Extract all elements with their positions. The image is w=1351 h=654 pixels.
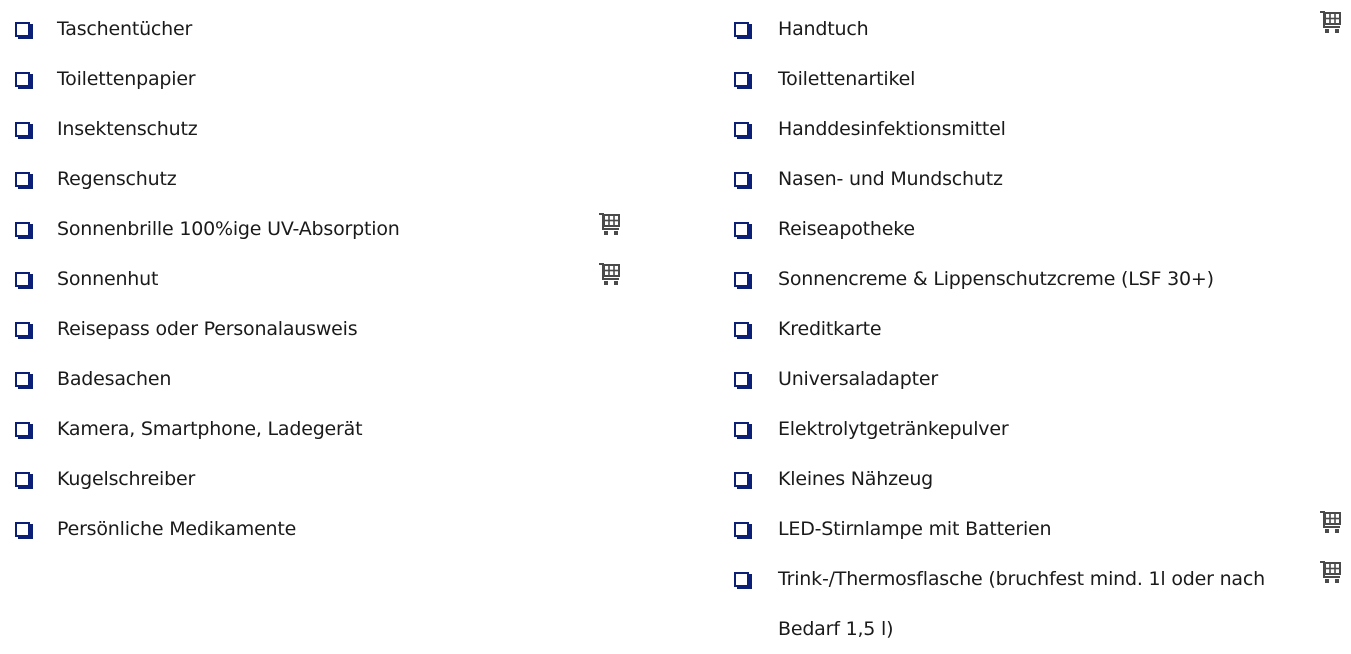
checklist-item-label: LED-Stirnlampe mit Batterien: [778, 518, 1052, 540]
checklist-item-label: Elektrolytgetränkepulver: [778, 418, 1009, 440]
checklist-item: Taschentücher: [0, 0, 640, 50]
checkbox-icon[interactable]: [734, 222, 749, 237]
checklist-item-label: Badesachen: [57, 368, 172, 390]
checklist-item-label: Universaladapter: [778, 368, 938, 390]
checkbox-icon[interactable]: [734, 72, 749, 87]
checklist-item-label: Kreditkarte: [778, 318, 882, 340]
checklist-item: Nasen- und Mundschutz: [718, 150, 1338, 200]
checklist-item: Sonnenhut: [0, 250, 640, 300]
checklist-item-label: Handdesinfektionsmittel: [778, 118, 1006, 140]
checklist-item-label: Nasen- und Mundschutz: [778, 168, 1003, 190]
checklist-item-label: Kamera, Smartphone, Ladegerät: [57, 418, 363, 440]
checklist-item: Reiseapotheke: [718, 200, 1338, 250]
checklist-item: LED-Stirnlampe mit Batterien: [718, 500, 1341, 550]
checklist-item: Sonnenbrille 100%ige UV-Absorption: [0, 200, 640, 250]
checklist-item-label: Reisepass oder Personalausweis: [57, 318, 358, 340]
checklist-item: Handdesinfektionsmittel: [718, 100, 1338, 150]
checkbox-icon[interactable]: [15, 322, 30, 337]
checklist-item: Handtuch: [718, 0, 1341, 50]
checkbox-icon[interactable]: [734, 122, 749, 137]
checklist-item-label: Toilettenpapier: [57, 68, 196, 90]
checkbox-icon[interactable]: [15, 372, 30, 387]
checklist-item: Universaladapter: [718, 350, 1338, 400]
checklist-item-label: Insektenschutz: [57, 118, 198, 140]
shopping-cart-icon[interactable]: [1318, 509, 1344, 535]
checkbox-icon[interactable]: [15, 472, 30, 487]
checkbox-icon[interactable]: [15, 222, 30, 237]
checklist-item: Sonnencreme & Lippenschutzcreme (LSF 30+…: [718, 250, 1338, 300]
checklist-item: Kugelschreiber: [0, 450, 640, 500]
checkbox-icon[interactable]: [734, 372, 749, 387]
checklist-item: Toilettenpapier: [0, 50, 640, 100]
checklist-item: Trink-/Thermosflasche (bruchfest mind. 1…: [718, 550, 1341, 650]
shopping-cart-icon[interactable]: [597, 211, 623, 237]
checklist-item: Persönliche Medikamente: [0, 500, 640, 550]
checkbox-icon[interactable]: [734, 22, 749, 37]
checklist-item-label: Trink-/Thermosflasche (bruchfest mind. 1…: [778, 568, 1265, 640]
checklist-item-label: Sonnenhut: [57, 268, 159, 290]
checkbox-icon[interactable]: [15, 422, 30, 437]
checkbox-icon[interactable]: [15, 122, 30, 137]
checklist-item: Kamera, Smartphone, Ladegerät: [0, 400, 640, 450]
checklist-item-label: Kugelschreiber: [57, 468, 196, 490]
checklist-item-label: Taschentücher: [57, 18, 193, 40]
checklist-left-column: Taschentücher Toilettenpapier Insektenschu…: [0, 0, 640, 550]
checkbox-icon[interactable]: [15, 72, 30, 87]
checkbox-icon[interactable]: [15, 172, 30, 187]
checkbox-icon[interactable]: [734, 572, 749, 587]
checkbox-icon[interactable]: [734, 522, 749, 537]
checkbox-icon[interactable]: [15, 22, 30, 37]
checklist-item-label: Reiseapotheke: [778, 218, 915, 240]
checkbox-icon[interactable]: [734, 472, 749, 487]
checkbox-icon[interactable]: [734, 322, 749, 337]
checklist-item: Badesachen: [0, 350, 640, 400]
checkbox-icon[interactable]: [734, 272, 749, 287]
checkbox-icon[interactable]: [734, 172, 749, 187]
checklist-item-label: Handtuch: [778, 18, 869, 40]
checklist-right-column: Handtuch Toilettenartikel Handdesinfektion…: [718, 0, 1341, 650]
checklist-item: Insektenschutz: [0, 100, 640, 150]
checklist-item-label: Toilettenartikel: [778, 68, 916, 90]
shopping-cart-icon[interactable]: [1318, 559, 1344, 585]
checkbox-icon[interactable]: [15, 272, 30, 287]
checklist-item: Kleines Nähzeug: [718, 450, 1338, 500]
checklist-item: Reisepass oder Personalausweis: [0, 300, 640, 350]
checkbox-icon[interactable]: [734, 422, 749, 437]
checklist-item-label: Kleines Nähzeug: [778, 468, 934, 490]
checklist-item-label: Regenschutz: [57, 168, 177, 190]
checklist-item: Regenschutz: [0, 150, 640, 200]
checklist-item-label: Persönliche Medikamente: [57, 518, 297, 540]
checklist-item-label: Sonnenbrille 100%ige UV-Absorption: [57, 218, 400, 240]
checklist-item-label: Sonnencreme & Lippenschutzcreme (LSF 30+…: [778, 268, 1214, 290]
checklist-item: Elektrolytgetränkepulver: [718, 400, 1338, 450]
checklist-item: Toilettenartikel: [718, 50, 1338, 100]
checklist-item: Kreditkarte: [718, 300, 1338, 350]
shopping-cart-icon[interactable]: [597, 261, 623, 287]
checkbox-icon[interactable]: [15, 522, 30, 537]
shopping-cart-icon[interactable]: [1318, 9, 1344, 35]
